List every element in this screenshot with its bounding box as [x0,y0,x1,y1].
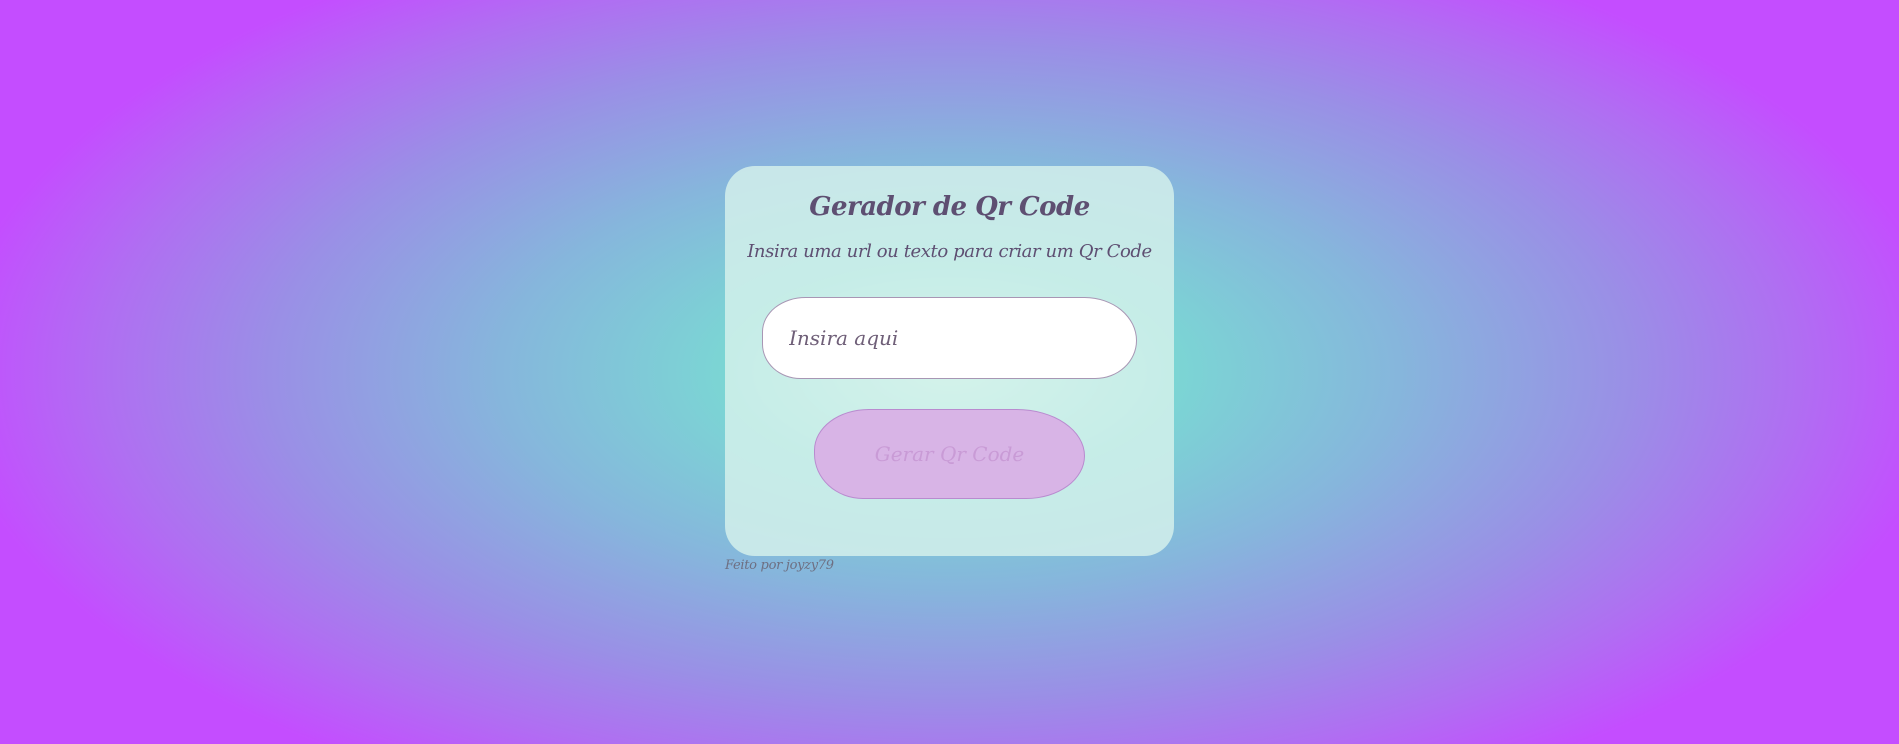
page-subtitle: Insira uma url ou texto para criar um Qr… [747,241,1152,262]
footer-credit: Feito por joyzy79 [725,558,834,573]
url-text-input[interactable] [762,297,1137,379]
qr-generator-card: Gerador de Qr Code Insira uma url ou tex… [725,166,1174,556]
input-container [762,297,1137,379]
generate-qr-button[interactable]: Gerar Qr Code [814,409,1085,499]
page-title: Gerador de Qr Code [809,192,1090,222]
